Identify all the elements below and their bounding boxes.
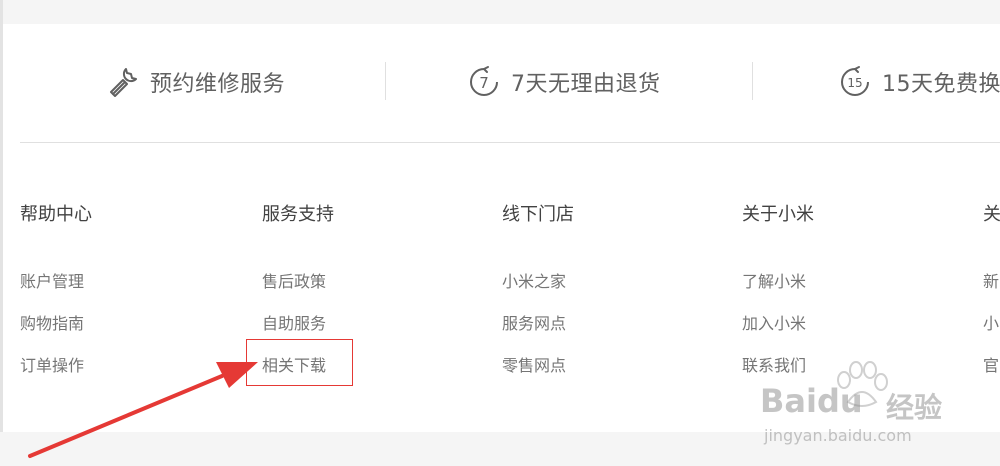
- baidu-watermark: Baidu 经验 jingyan.baidu.com: [760, 360, 1000, 460]
